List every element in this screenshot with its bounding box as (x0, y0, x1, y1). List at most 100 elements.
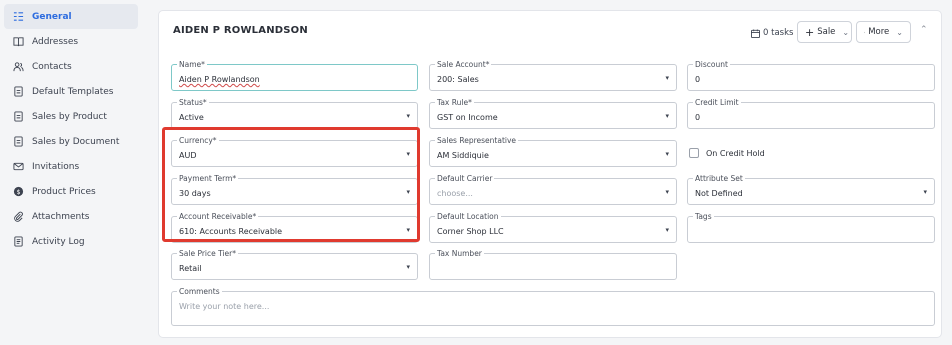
sidebar-item-activity-log[interactable]: Activity Log (4, 229, 138, 254)
comments-label: Comments (177, 287, 222, 296)
attribute-set-select[interactable]: Attribute Set Not Defined ▾ (687, 174, 935, 205)
sidebar-item-attachments[interactable]: Attachments (4, 204, 138, 229)
sidebar-item-label: Addresses (32, 36, 79, 47)
sidebar-item-label: General (32, 11, 72, 22)
on-credit-hold-label: On Credit Hold (706, 148, 765, 158)
book-icon (12, 36, 24, 48)
on-credit-hold-checkbox[interactable]: On Credit Hold (689, 148, 765, 158)
sidebar: General Addresses Contacts Default Templ… (0, 0, 140, 345)
tax-number-label: Tax Number (435, 249, 484, 258)
default-carrier-label: Default Carrier (435, 174, 495, 183)
sidebar-item-default-templates[interactable]: Default Templates (4, 79, 138, 104)
page-title: AIDEN P ROWLANDSON (173, 25, 308, 36)
payment-term-value: 30 days (179, 189, 211, 198)
status-label: Status* (177, 98, 209, 107)
document-icon (12, 111, 24, 123)
account-receivable-value: 610: Accounts Receivable (179, 227, 283, 236)
tasks-label: 0 tasks (763, 28, 794, 38)
more-label: More (868, 27, 890, 37)
credit-limit-field[interactable]: Credit Limit 0 (687, 98, 935, 129)
chevron-down-icon: ⌄ (842, 27, 850, 37)
chevron-down-icon: ▾ (923, 188, 927, 196)
sidebar-item-label: Invitations (32, 161, 80, 172)
sale-price-tier-value: Retail (179, 264, 202, 273)
sidebar-item-sales-by-product[interactable]: Sales by Product (4, 104, 138, 129)
contacts-icon (12, 61, 24, 73)
document-icon (12, 86, 24, 98)
attribute-set-value: Not Defined (695, 189, 743, 198)
sidebar-item-label: Activity Log (32, 236, 85, 247)
sale-button[interactable]: + Sale ⌄ (797, 21, 852, 43)
gear-icon (864, 31, 866, 33)
currency-label: Currency* (177, 136, 219, 145)
sidebar-item-sales-by-document[interactable]: Sales by Document (4, 129, 138, 154)
sidebar-item-label: Attachments (32, 211, 90, 222)
customer-card: AIDEN P ROWLANDSON 0 tasks + Sale ⌄ More… (158, 10, 942, 338)
account-receivable-label: Account Receivable* (177, 212, 259, 221)
sidebar-item-label: Default Templates (32, 86, 114, 97)
chevron-down-icon: ▾ (406, 112, 410, 120)
sale-price-tier-select[interactable]: Sale Price Tier* Retail ▾ (171, 249, 418, 280)
attribute-set-label: Attribute Set (693, 174, 745, 183)
chevron-down-icon: ▾ (406, 226, 410, 234)
sale-account-label: Sale Account* (435, 60, 492, 69)
paperclip-icon (12, 211, 24, 223)
chevron-down-icon: ⌄ (896, 27, 903, 37)
dollar-icon: $ (12, 186, 24, 198)
account-receivable-select[interactable]: Account Receivable* 610: Accounts Receiv… (171, 212, 418, 243)
tax-number-field[interactable]: Tax Number (429, 249, 677, 280)
svg-text:$: $ (16, 188, 20, 196)
payment-term-select[interactable]: Payment Term* 30 days ▾ (171, 174, 418, 205)
currency-value: AUD (179, 151, 197, 160)
sidebar-item-invitations[interactable]: Invitations (4, 154, 138, 179)
mail-icon (12, 161, 24, 173)
sidebar-item-label: Product Prices (32, 186, 96, 197)
sidebar-item-label: Sales by Document (32, 136, 120, 147)
calendar-icon (751, 28, 760, 38)
collapse-icon[interactable]: ⌃ (920, 25, 928, 35)
chevron-down-icon: ▾ (406, 263, 410, 271)
sales-rep-value: AM Siddiquie (437, 151, 489, 160)
sidebar-item-product-prices[interactable]: $ Product Prices (4, 179, 138, 204)
sidebar-item-contacts[interactable]: Contacts (4, 54, 138, 79)
chevron-down-icon: ▾ (665, 188, 669, 196)
name-label: Name* (177, 60, 207, 69)
default-location-select[interactable]: Default Location Corner Shop LLC ▾ (429, 212, 677, 243)
tasks-link[interactable]: 0 tasks (751, 23, 793, 43)
default-carrier-select[interactable]: Default Carrier choose... ▾ (429, 174, 677, 205)
default-carrier-placeholder: choose... (437, 189, 473, 198)
sale-account-select[interactable]: Sale Account* 200: Sales ▾ (429, 60, 677, 91)
tags-label: Tags (693, 212, 714, 221)
sidebar-item-label: Contacts (32, 61, 72, 72)
sale-price-tier-label: Sale Price Tier* (177, 249, 239, 258)
sales-representative-select[interactable]: Sales Representative AM Siddiquie ▾ (429, 136, 677, 167)
discount-label: Discount (693, 60, 730, 69)
discount-value: 0 (695, 75, 701, 84)
checkbox-box[interactable] (689, 148, 699, 158)
tags-field[interactable]: Tags (687, 212, 935, 243)
sales-rep-label: Sales Representative (435, 136, 519, 145)
tax-rule-select[interactable]: Tax Rule* GST on Income ▾ (429, 98, 677, 129)
comments-placeholder: Write your note here... (179, 302, 270, 311)
plus-icon: + (805, 25, 815, 39)
credit-limit-value: 0 (695, 113, 701, 122)
chevron-down-icon: ▾ (665, 226, 669, 234)
status-select[interactable]: Status* Active ▾ (171, 98, 418, 129)
name-field[interactable]: Name* Aiden P Rowlandson (171, 60, 418, 91)
chevron-down-icon: ▾ (665, 74, 669, 82)
sidebar-item-general[interactable]: General (4, 4, 138, 29)
payment-term-label: Payment Term* (177, 174, 239, 183)
general-list-icon (12, 11, 24, 23)
currency-select[interactable]: Currency* AUD ▾ (171, 136, 418, 167)
chevron-down-icon: ▾ (665, 150, 669, 158)
discount-field[interactable]: Discount 0 (687, 60, 935, 91)
comments-textarea[interactable]: Comments Write your note here... (171, 287, 935, 326)
more-button[interactable]: More ⌄ (856, 21, 911, 43)
sidebar-item-label: Sales by Product (32, 111, 107, 122)
credit-limit-label: Credit Limit (693, 98, 741, 107)
chevron-down-icon: ▾ (406, 150, 410, 158)
tax-rule-value: GST on Income (437, 113, 498, 122)
name-value: Aiden P Rowlandson (179, 75, 260, 84)
sidebar-item-addresses[interactable]: Addresses (4, 29, 138, 54)
chevron-down-icon: ▾ (406, 188, 410, 196)
